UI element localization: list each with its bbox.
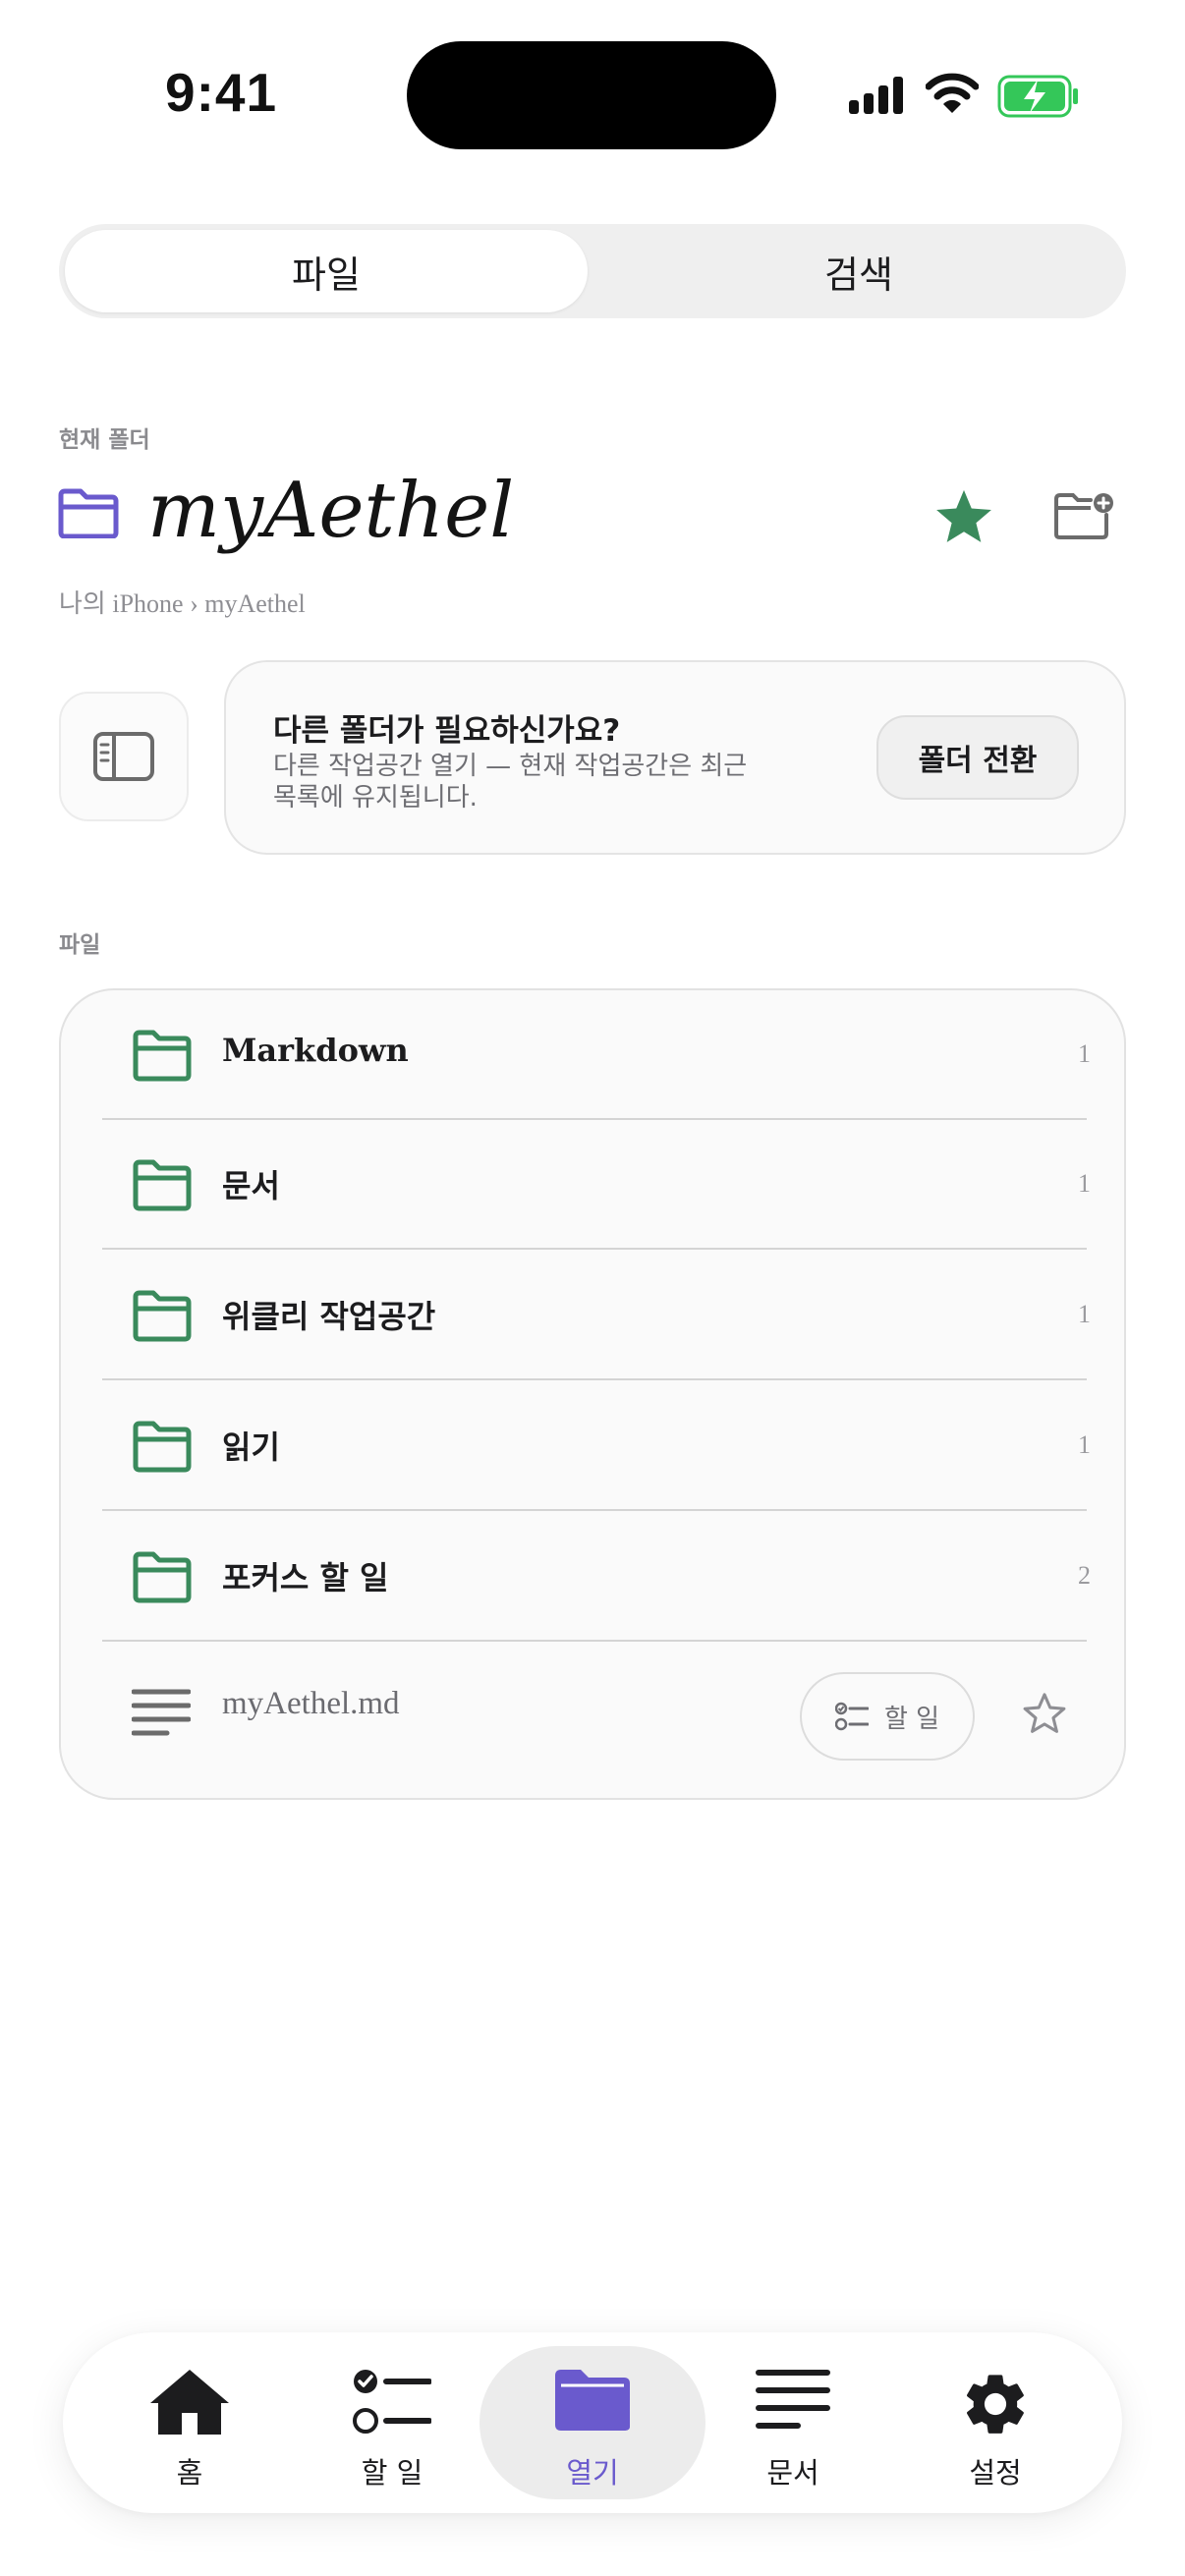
new-folder-icon[interactable]: [1053, 491, 1116, 540]
folder-name: Markdown: [222, 1032, 409, 1069]
list-item-folder[interactable]: 포커스 할 일 2: [61, 1512, 1124, 1642]
tab-documents[interactable]: 문서: [680, 2346, 906, 2499]
divider: [102, 1509, 1087, 1511]
segmented-control: 파일 검색: [59, 224, 1126, 318]
tab-bar: 홈 할 일 열기 문서 설정: [63, 2332, 1122, 2513]
tab-open[interactable]: 열기: [480, 2346, 705, 2499]
segment-files[interactable]: 파일: [65, 230, 588, 312]
cellular-signal-icon: [849, 77, 903, 114]
todo-label: 할 일: [883, 1704, 940, 1734]
checklist-icon: [834, 1702, 869, 1731]
files-section-label: 파일: [59, 932, 101, 958]
folder-icon: [58, 488, 119, 538]
tab-label: 설정: [969, 2456, 1022, 2490]
tab-home[interactable]: 홈: [77, 2346, 303, 2499]
folder-icon: [133, 1159, 192, 1211]
item-count: 1: [1078, 1300, 1091, 1328]
document-name: myAethel.md: [222, 1686, 400, 1721]
page-title: myAethel: [147, 467, 515, 555]
item-count: 1: [1078, 1039, 1091, 1068]
segment-search[interactable]: 검색: [597, 230, 1120, 312]
list-item-folder[interactable]: Markdown 1: [61, 990, 1124, 1120]
status-time: 9:41: [165, 62, 278, 123]
battery-charging-icon: [997, 75, 1078, 118]
home-icon: [150, 2370, 229, 2435]
breadcrumb[interactable]: 나의 iPhone › myAethel: [59, 584, 306, 620]
folder-name: 위클리 작업공간: [222, 1298, 436, 1335]
checklist-icon: [353, 2370, 431, 2434]
document-lines-icon: [132, 1689, 191, 1736]
current-folder-label: 현재 폴더: [59, 427, 150, 453]
switch-card-description: 다른 작업공간 열기 — 현재 작업공간은 최근 목록에 유지됩니다.: [273, 752, 748, 812]
dynamic-island: [407, 41, 776, 149]
sidebar-icon: [93, 732, 154, 781]
list-item-folder[interactable]: 위클리 작업공간 1: [61, 1251, 1124, 1380]
folder-icon: [133, 1551, 192, 1603]
tab-label: 열기: [566, 2456, 619, 2490]
tab-settings[interactable]: 설정: [882, 2346, 1108, 2499]
tab-todo[interactable]: 할 일: [279, 2346, 505, 2499]
divider: [102, 1378, 1087, 1380]
document-lines-icon: [756, 2370, 830, 2429]
list-item-folder[interactable]: 읽기 1: [61, 1381, 1124, 1511]
todo-button[interactable]: 할 일: [800, 1672, 975, 1761]
star-outline-icon[interactable]: [1022, 1692, 1067, 1735]
item-count: 1: [1078, 1169, 1091, 1198]
gear-icon: [967, 2375, 1024, 2434]
sidebar-toggle-button[interactable]: [59, 692, 189, 821]
tab-label: 홈: [176, 2456, 203, 2490]
item-count: 2: [1078, 1561, 1091, 1590]
folder-name: 문서: [222, 1167, 280, 1204]
list-item-document[interactable]: myAethel.md 할 일: [61, 1643, 1124, 1790]
divider: [102, 1640, 1087, 1642]
folder-icon: [133, 1030, 192, 1082]
folder-icon: [133, 1290, 192, 1342]
switch-folder-card: 다른 폴더가 필요하신가요? 다른 작업공간 열기 — 현재 작업공간은 최근 …: [224, 660, 1126, 855]
folder-name: 읽기: [222, 1428, 280, 1466]
divider: [102, 1248, 1087, 1250]
list-item-folder[interactable]: 문서 1: [61, 1120, 1124, 1250]
tab-label: 문서: [766, 2456, 819, 2490]
files-list: Markdown 1 문서 1 위클리 작업공간 1 읽기 1 포커스 할 일 …: [59, 988, 1126, 1800]
folder-icon: [555, 2370, 630, 2431]
tab-label: 할 일: [361, 2456, 423, 2490]
folder-icon: [133, 1421, 192, 1473]
switch-card-title: 다른 폴더가 필요하신가요?: [273, 713, 621, 749]
favorite-star-icon[interactable]: [933, 487, 994, 546]
switch-folder-button[interactable]: 폴더 전환: [876, 715, 1079, 800]
item-count: 1: [1078, 1430, 1091, 1459]
wifi-icon: [926, 73, 979, 113]
folder-name: 포커스 할 일: [222, 1559, 389, 1596]
